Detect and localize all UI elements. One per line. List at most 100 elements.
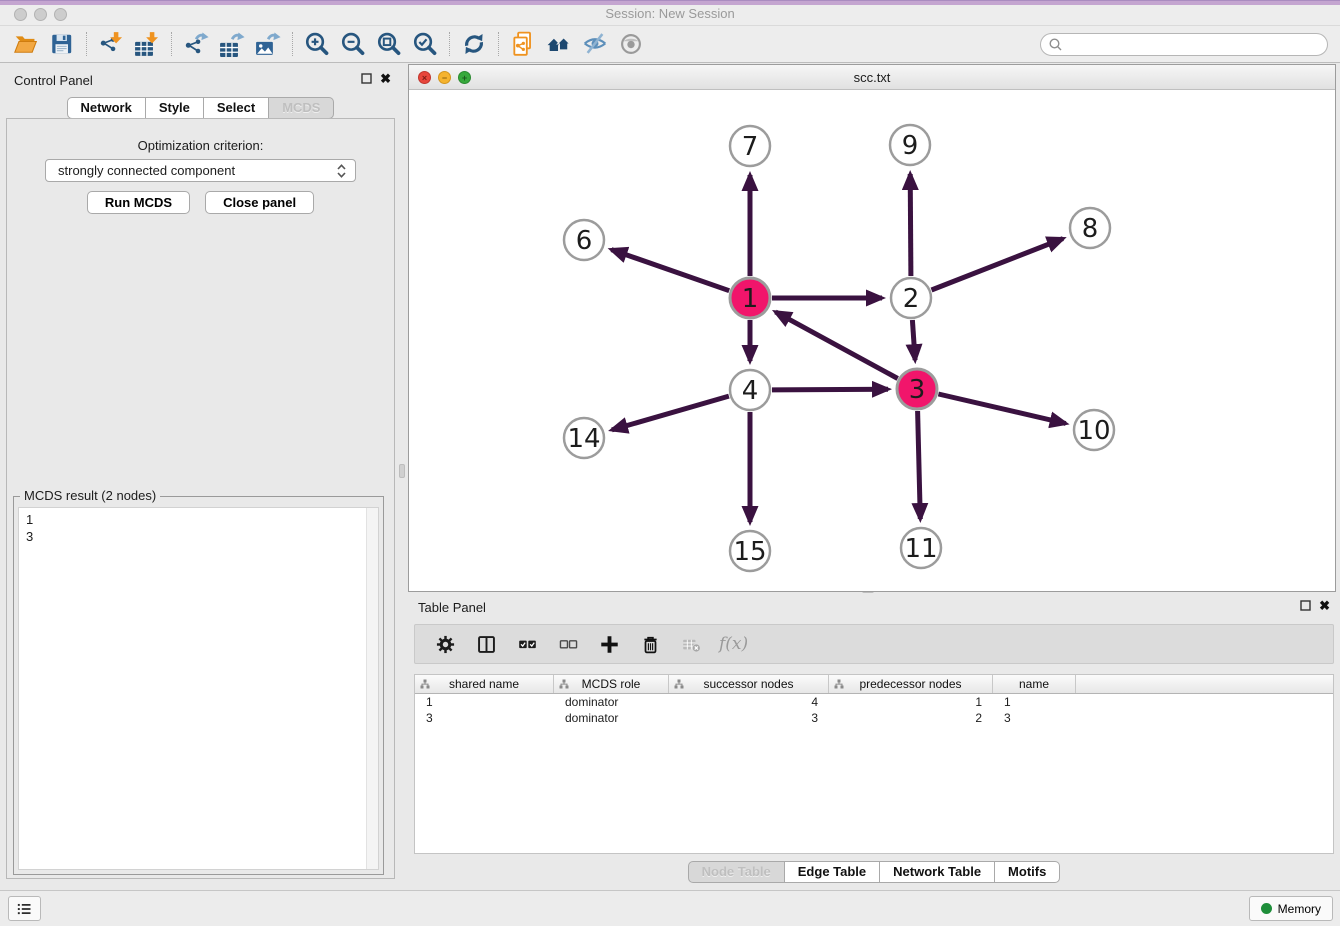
close-panel-button[interactable]: Close panel [205,191,314,214]
mcds-result-list[interactable]: 13 [18,507,379,870]
graph-node-11[interactable]: 11 [901,528,941,568]
titlebar-accent-strip [0,0,1340,5]
network-view-window: × − + scc.txt 1234678910111415 [408,64,1336,592]
open-session-button[interactable] [8,29,44,59]
graph-node-6[interactable]: 6 [564,220,604,260]
delete-table-button [678,631,704,657]
export-image-button[interactable] [250,29,286,59]
select-all-columns-icon [517,634,538,655]
column-type-icon [834,679,844,689]
tab-select[interactable]: Select [204,97,269,119]
houses-button[interactable] [541,29,577,59]
table-cell: 1 [993,695,1076,709]
table-panel: Table Panel ✖ f(x) shared nameMCDS roles… [408,594,1340,890]
graph-node-4[interactable]: 4 [730,370,770,410]
graph-node-2[interactable]: 2 [891,278,931,318]
export-table-button[interactable] [214,29,250,59]
save-session-icon [49,31,75,57]
window-titlebar: Session: New Session [0,0,1340,26]
table-cell: 4 [669,695,829,709]
column-header-shared-name[interactable]: shared name [415,675,554,693]
zoom-out-button[interactable] [335,29,371,59]
hide-selected-button[interactable] [577,29,613,59]
table-cell: dominator [554,711,669,725]
table-toolbar: f(x) [414,624,1334,664]
table-cell: 2 [829,711,993,725]
tab-mcds[interactable]: MCDS [269,97,334,119]
add-column-button[interactable] [596,631,622,657]
search-icon [1048,37,1063,52]
column-header-name[interactable]: name [993,675,1076,693]
graph-node-10[interactable]: 10 [1074,410,1114,450]
new-network-from-selection-icon [510,31,536,57]
graph-edge-1-6 [611,250,729,291]
graph-node-1[interactable]: 1 [730,278,770,318]
tab-style[interactable]: Style [146,97,204,119]
zoom-in-button[interactable] [299,29,335,59]
apply-layout-button[interactable] [456,29,492,59]
zoom-selected-icon [412,31,438,57]
select-all-columns-button[interactable] [514,631,540,657]
import-table-button[interactable] [129,29,165,59]
table-row[interactable]: 3dominator323 [415,710,1333,726]
graph-node-15[interactable]: 15 [730,531,770,571]
float-table-panel-icon[interactable] [1300,600,1311,611]
memory-button[interactable]: Memory [1249,896,1333,921]
tab-network[interactable]: Network [67,97,146,119]
import-network-button[interactable] [93,29,129,59]
table-cell: dominator [554,695,669,709]
network-canvas[interactable]: 1 2 3 4 6 7 8 9 10 11 14 15 [409,90,1335,591]
delete-column-button[interactable] [637,631,663,657]
close-panel-icon[interactable]: ✖ [380,73,391,84]
tab-network-table[interactable]: Network Table [880,861,995,883]
search-field[interactable] [1040,33,1328,56]
svg-text:2: 2 [903,284,920,314]
show-columns-button[interactable] [473,631,499,657]
svg-text:1: 1 [742,284,759,314]
graph-node-7[interactable]: 7 [730,126,770,166]
graph-edge-2-3 [912,320,915,360]
mcds-result-line: 1 [26,511,378,528]
import-table-icon [134,31,160,57]
search-input[interactable] [1067,36,1327,54]
column-header-mcds-role[interactable]: MCDS role [554,675,669,693]
criterion-dropdown[interactable]: strongly connected component [45,159,356,182]
node-table: shared nameMCDS rolesuccessor nodesprede… [414,674,1334,854]
tab-node-table[interactable]: Node Table [688,861,785,883]
graph-node-9[interactable]: 9 [890,125,930,165]
table-row[interactable]: 1dominator411 [415,694,1333,710]
new-network-from-selection-button[interactable] [505,29,541,59]
save-session-button[interactable] [44,29,80,59]
graph-edge-2-8 [932,239,1064,290]
show-all-button[interactable] [613,29,649,59]
zoom-fit-button[interactable] [371,29,407,59]
show-all-icon [618,31,644,57]
svg-text:11: 11 [904,534,937,564]
table-settings-gear-button[interactable] [432,631,458,657]
table-settings-gear-icon [435,634,456,655]
float-panel-icon[interactable] [361,73,372,84]
tab-motifs[interactable]: Motifs [995,861,1060,883]
unselect-all-columns-icon [558,634,579,655]
graph-node-14[interactable]: 14 [564,418,604,458]
tab-edge-table[interactable]: Edge Table [785,861,880,883]
unselect-all-columns-button[interactable] [555,631,581,657]
criterion-dropdown-value: strongly connected component [58,163,336,178]
graph-node-3[interactable]: 3 [897,369,937,409]
export-network-button[interactable] [178,29,214,59]
export-table-icon [219,31,245,57]
table-body: 1dominator4113dominator323 [415,694,1333,726]
column-header-predecessor-nodes[interactable]: predecessor nodes [829,675,993,693]
graph-edge-2-9 [910,174,911,276]
apply-layout-icon [461,31,487,57]
column-header-successor-nodes[interactable]: successor nodes [669,675,829,693]
zoom-selected-button[interactable] [407,29,443,59]
graph-node-8[interactable]: 8 [1070,208,1110,248]
vertical-splitter-handle[interactable] [399,464,405,478]
svg-text:7: 7 [742,132,759,162]
close-table-panel-icon[interactable]: ✖ [1319,600,1330,611]
add-column-icon [599,634,620,655]
result-scrollbar[interactable] [366,508,378,869]
run-mcds-button[interactable]: Run MCDS [87,191,190,214]
task-history-button[interactable] [8,896,41,921]
